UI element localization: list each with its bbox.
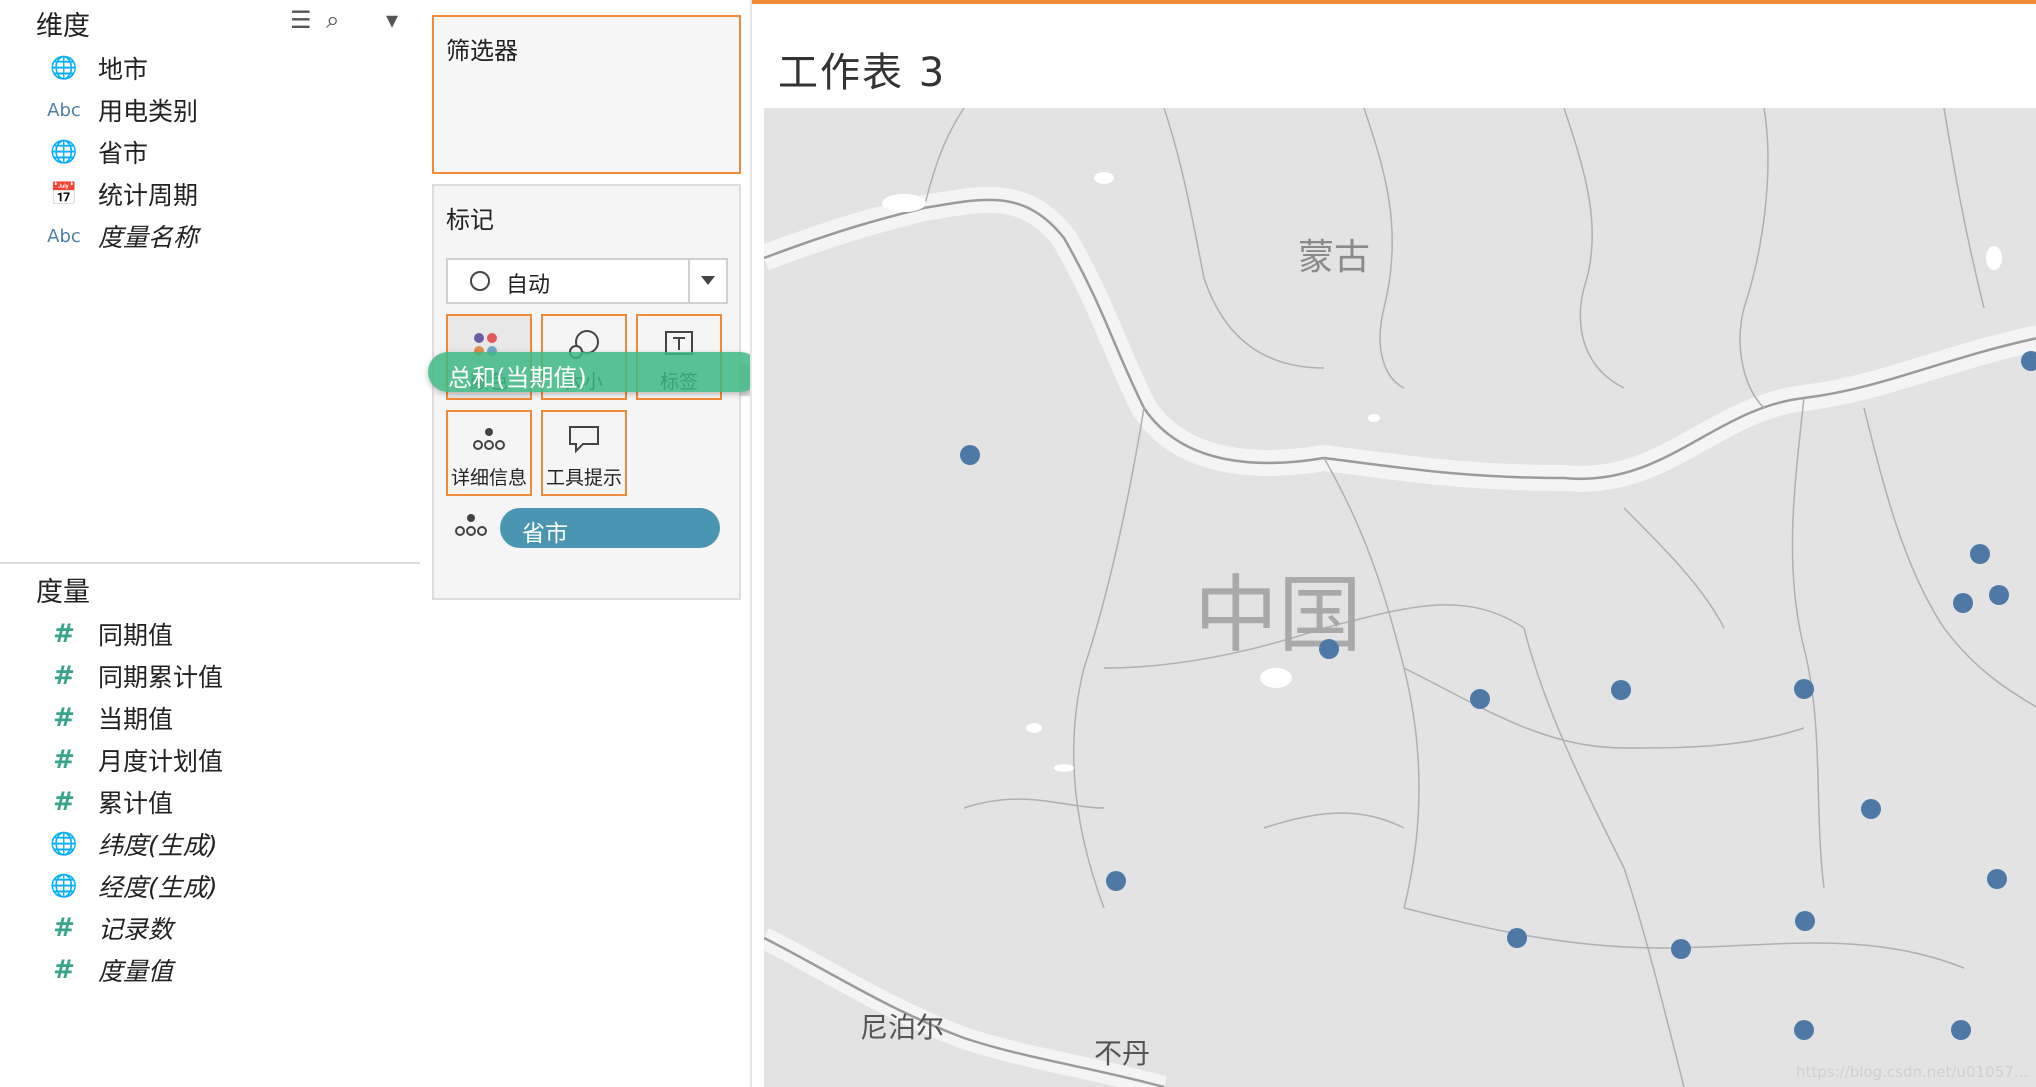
search-icon[interactable]: ⌕ (326, 6, 339, 34)
globe-icon: 🌐 (50, 873, 78, 899)
field-name: 统计周期 (98, 181, 199, 210)
detail-icon (473, 428, 505, 450)
dimension-field[interactable]: Abc 度量名称 (44, 216, 404, 256)
pane-divider[interactable] (0, 562, 420, 564)
data-pane-toolbar: ☰ ⌕ ▾ (290, 6, 420, 40)
measure-field[interactable]: # 累计值 (44, 782, 404, 822)
detail-button-label: 详细信息 (450, 467, 527, 489)
hash-icon: # (53, 703, 75, 733)
field-name: 纬度(生成) (98, 831, 218, 860)
hash-icon: # (53, 955, 75, 985)
tooltip-button-label: 工具提示 (545, 467, 622, 489)
measure-field[interactable]: # 同期值 (44, 614, 404, 654)
sheet-title: 工作表 3 (778, 50, 947, 96)
map-view[interactable]: 蒙古 中国 尼泊尔 不丹 https://blog.csdn.net/u0105… (764, 108, 2036, 1087)
filters-title: 筛选器 (446, 37, 518, 65)
dragged-measure-pill[interactable]: 总和(当期值) (428, 352, 760, 392)
marks-title: 标记 (446, 206, 494, 234)
hash-icon: # (53, 913, 75, 943)
measure-field[interactable]: # 同期累计值 (44, 656, 404, 696)
pill-label: 省市 (522, 521, 568, 547)
hash-icon: # (53, 745, 75, 775)
measure-field[interactable]: # 记录数 (44, 908, 404, 948)
drag-pill-label: 总和(当期值) (448, 364, 587, 392)
abc-icon: Abc (47, 99, 81, 121)
measure-field[interactable]: # 月度计划值 (44, 740, 404, 780)
field-name: 记录数 (98, 915, 174, 944)
map-label-china: 中国 (1194, 566, 1363, 664)
globe-icon: 🌐 (50, 55, 78, 81)
field-name: 累计值 (98, 789, 174, 818)
field-name: 度量名称 (98, 223, 199, 252)
dimension-field[interactable]: Abc 用电类别 (44, 90, 404, 130)
field-name: 月度计划值 (98, 747, 224, 776)
field-name: 当期值 (98, 705, 174, 734)
worksheet-view: 工作表 3 蒙古 中国 尼泊尔 不丹 https://blog.csdn.net… (750, 0, 2036, 1087)
detail-icon (455, 514, 487, 536)
mark-type-label: 自动 (506, 273, 551, 298)
chevron-down-icon[interactable] (688, 260, 726, 302)
field-name: 同期值 (98, 621, 174, 650)
list-view-icon[interactable]: ☰ (290, 6, 312, 34)
hash-icon: # (53, 787, 75, 817)
globe-icon: 🌐 (50, 831, 78, 857)
measure-field[interactable]: 🌐 经度(生成) (44, 866, 404, 906)
detail-button[interactable]: 详细信息 (446, 410, 532, 496)
map-label-bhutan: 不丹 (1094, 1037, 1151, 1070)
field-name: 地市 (98, 55, 149, 84)
filters-shelf[interactable]: 筛选器 (432, 15, 741, 174)
hash-icon: # (53, 619, 75, 649)
field-name: 省市 (98, 139, 149, 168)
tooltip-button[interactable]: 工具提示 (541, 410, 627, 496)
map-label-mongolia: 蒙古 (1298, 237, 1371, 278)
globe-icon: 🌐 (50, 139, 78, 165)
calendar-icon: 📅 (50, 181, 78, 207)
tooltip-icon (569, 426, 599, 454)
hash-icon: # (53, 661, 75, 691)
dimension-field[interactable]: 📅 统计周期 (44, 174, 404, 214)
measure-field[interactable]: 🌐 纬度(生成) (44, 824, 404, 864)
field-name: 同期累计值 (98, 663, 224, 692)
detail-field-pill[interactable]: 省市 (500, 508, 720, 548)
map-label-nepal: 尼泊尔 (860, 1011, 945, 1044)
menu-chevron-down-icon[interactable]: ▾ (386, 6, 398, 34)
dimensions-header: 维度 (36, 11, 90, 42)
dimension-field[interactable]: 🌐 地市 (44, 48, 404, 88)
circle-mark-icon (470, 271, 490, 291)
field-name: 度量值 (98, 957, 174, 986)
field-name: 经度(生成) (98, 873, 218, 902)
field-name: 用电类别 (98, 97, 199, 126)
measure-field[interactable]: # 度量值 (44, 950, 404, 990)
cards-pane: 筛选器 标记 自动 颜色 大小 标签 (420, 0, 750, 1087)
dimension-field[interactable]: 🌐 省市 (44, 132, 404, 172)
measure-field[interactable]: # 当期值 (44, 698, 404, 738)
data-pane: 维度 ☰ ⌕ ▾ 🌐 地市 Abc 用电类别 🌐 省市 📅 统计周期 Abc 度… (0, 0, 422, 1087)
map-basemap (764, 108, 2036, 1087)
mark-type-dropdown[interactable]: 自动 (446, 258, 728, 304)
measures-header: 度量 (36, 577, 90, 608)
shelf-highlight-bar (752, 0, 2036, 4)
abc-icon: Abc (47, 225, 81, 247)
watermark: https://blog.csdn.net/u01057... (1796, 1063, 2028, 1081)
